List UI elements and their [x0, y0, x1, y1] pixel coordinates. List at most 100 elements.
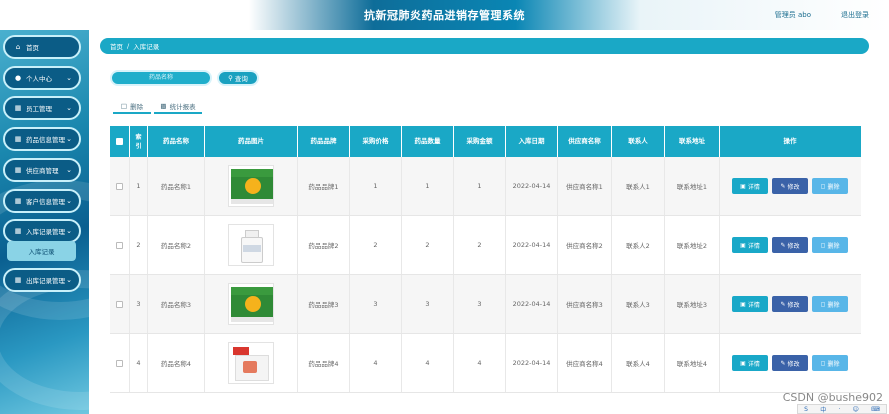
table-row[interactable]: 2 药品名称2 药品品牌2 2 2 2 2022-04-14 供应商名称2 联系人2 联系地址2 ▣… [110, 216, 861, 275]
select-all-checkbox[interactable] [116, 138, 123, 145]
cell-brand: 药品品牌3 [298, 275, 350, 333]
cell-contact: 联系人1 [612, 157, 665, 215]
cell-name: 药品名称4 [148, 334, 205, 392]
cell-price: 1 [350, 157, 402, 215]
breadcrumb-separator: / [127, 42, 130, 50]
edit-icon: ✎ [780, 182, 786, 190]
delete-button[interactable]: ◻ 删除 [812, 296, 848, 312]
detail-button[interactable]: ▣ 详情 [732, 178, 768, 194]
cell-date: 2022-04-14 [506, 157, 558, 215]
edit-icon: ✎ [780, 359, 786, 367]
medicine-image [228, 224, 274, 266]
row-select-cell [110, 275, 130, 333]
edit-button-label: 修改 [787, 242, 800, 250]
detail-button[interactable]: ▣ 详情 [732, 296, 768, 312]
cell-address: 联系地址4 [665, 334, 720, 392]
medicine-image-cell [205, 157, 298, 215]
row-checkbox[interactable] [116, 241, 123, 249]
chevron-down-icon: ⌄ [66, 135, 72, 143]
top-header: 抗新冠肺炎药品进销存管理系统 管理员 abo 退出登录 [0, 0, 889, 30]
cell-date: 2022-04-14 [506, 334, 558, 392]
cell-index: 1 [130, 157, 148, 215]
sidebar-item[interactable]: ▦ 入库记录管理 ⌄ [3, 219, 81, 243]
column-header: 药品数量 [402, 126, 454, 157]
logout-link[interactable]: 退出登录 [841, 10, 869, 20]
current-user: 管理员 abo [774, 11, 811, 19]
sidebar-item[interactable]: ▦ 供应商管理 ⌄ [3, 158, 81, 182]
search-button[interactable]: ⚲ 查询 [217, 70, 259, 86]
sidebar-item[interactable]: ▦ 员工管理 ⌄ [3, 96, 81, 120]
table-row[interactable]: 1 药品名称1 药品品牌1 1 1 1 2022-04-14 供应商名称1 联系人1 联系地址1 ▣… [110, 157, 861, 216]
tray-icon[interactable]: 中 [820, 405, 826, 414]
chevron-down-icon: ⌄ [66, 74, 72, 82]
delete-button[interactable]: ◻ 删除 [812, 237, 848, 253]
tray-icon[interactable]: ⌨ [871, 406, 880, 413]
edit-button-label: 修改 [787, 301, 800, 309]
trash-icon: □ [120, 102, 128, 110]
column-header: 药品名称 [148, 126, 205, 157]
row-checkbox[interactable] [116, 300, 123, 308]
cell-qty: 4 [402, 334, 454, 392]
cell-address: 联系地址1 [665, 157, 720, 215]
detail-button-label: 详情 [747, 183, 760, 191]
edit-icon: ✎ [780, 241, 786, 249]
cell-qty: 3 [402, 275, 454, 333]
user-icon: ● [14, 74, 22, 82]
sidebar-subitem-inbound-records[interactable]: 入库记录 [7, 241, 76, 261]
tray-icon[interactable]: · [838, 406, 840, 413]
search-input[interactable]: 药品名称 [110, 70, 212, 86]
sidebar-item[interactable]: ● 个人中心 ⌄ [3, 66, 81, 90]
cell-price: 2 [350, 216, 402, 274]
detail-button[interactable]: ▣ 详情 [732, 237, 768, 253]
detail-icon: ▣ [740, 241, 746, 249]
detail-icon: ▣ [740, 300, 746, 308]
tab-stats-label: 统计报表 [169, 103, 196, 111]
cell-brand: 药品品牌2 [298, 216, 350, 274]
table-row[interactable]: 4 药品名称4 药品品牌4 4 4 4 2022-04-14 供应商名称4 联系人4 联系地址4 ▣… [110, 334, 861, 393]
sidebar-item[interactable]: ▦ 客户信息管理 ⌄ [3, 189, 81, 213]
tray-icon[interactable]: S [804, 406, 808, 413]
delete-button[interactable]: ◻ 删除 [812, 178, 848, 194]
trash-icon: ◻ [820, 182, 826, 190]
medicine-image-cell [205, 334, 298, 392]
delete-button-label: 删除 [827, 301, 840, 309]
column-header: 采购价格 [350, 126, 402, 157]
cell-price: 4 [350, 334, 402, 392]
tray-icon[interactable]: ☺ [853, 406, 859, 413]
edit-button[interactable]: ✎ 修改 [772, 355, 808, 371]
cell-index: 3 [130, 275, 148, 333]
cell-address: 联系地址2 [665, 216, 720, 274]
edit-button-label: 修改 [787, 360, 800, 368]
edit-button[interactable]: ✎ 修改 [772, 296, 808, 312]
delete-button[interactable]: ◻ 删除 [812, 355, 848, 371]
sidebar-item[interactable]: ⌂ 首页 [3, 35, 81, 59]
sidebar-item[interactable]: ▦ 出库记录管理 ⌄ [3, 268, 81, 292]
medicine-image-cell [205, 275, 298, 333]
tab-delete-label: 删除 [130, 103, 144, 111]
sidebar-item-label: 药品信息管理 [26, 136, 65, 144]
tab-delete[interactable]: □ 删除 [113, 100, 151, 114]
sidebar-item[interactable]: ▦ 药品信息管理 ⌄ [3, 127, 81, 151]
cell-brand: 药品品牌4 [298, 334, 350, 392]
records-table: 索引 药品名称 药品图片 药品品牌 采购价格 药品数量 采购金额 入库日期 供应商名称 联系人 联系… [110, 126, 861, 414]
row-checkbox[interactable] [116, 182, 123, 190]
detail-button-label: 详情 [747, 301, 760, 309]
row-checkbox[interactable] [116, 359, 123, 367]
sidebar-item-label: 首页 [26, 44, 39, 52]
detail-button-label: 详情 [747, 360, 760, 368]
cell-amount: 1 [454, 157, 506, 215]
breadcrumb-home[interactable]: 首页 [110, 41, 123, 51]
tab-stats[interactable]: ▩ 统计报表 [154, 100, 202, 114]
table-row[interactable]: 3 药品名称3 药品品牌3 3 3 3 2022-04-14 供应商名称3 联系人3 联系地址3 ▣… [110, 275, 861, 334]
edit-button[interactable]: ✎ 修改 [772, 237, 808, 253]
search-icon: ⚲ [228, 74, 233, 82]
edit-button[interactable]: ✎ 修改 [772, 178, 808, 194]
row-actions: ▣ 详情 ✎ 修改 ◻ 删除 [720, 275, 860, 333]
row-select-cell [110, 157, 130, 215]
cell-contact: 联系人4 [612, 334, 665, 392]
chevron-down-icon: ⌄ [66, 104, 72, 112]
grid-icon: ▦ [14, 104, 22, 112]
detail-button[interactable]: ▣ 详情 [732, 355, 768, 371]
column-header: 索引 [130, 126, 148, 157]
column-header: 联系人 [612, 126, 665, 157]
